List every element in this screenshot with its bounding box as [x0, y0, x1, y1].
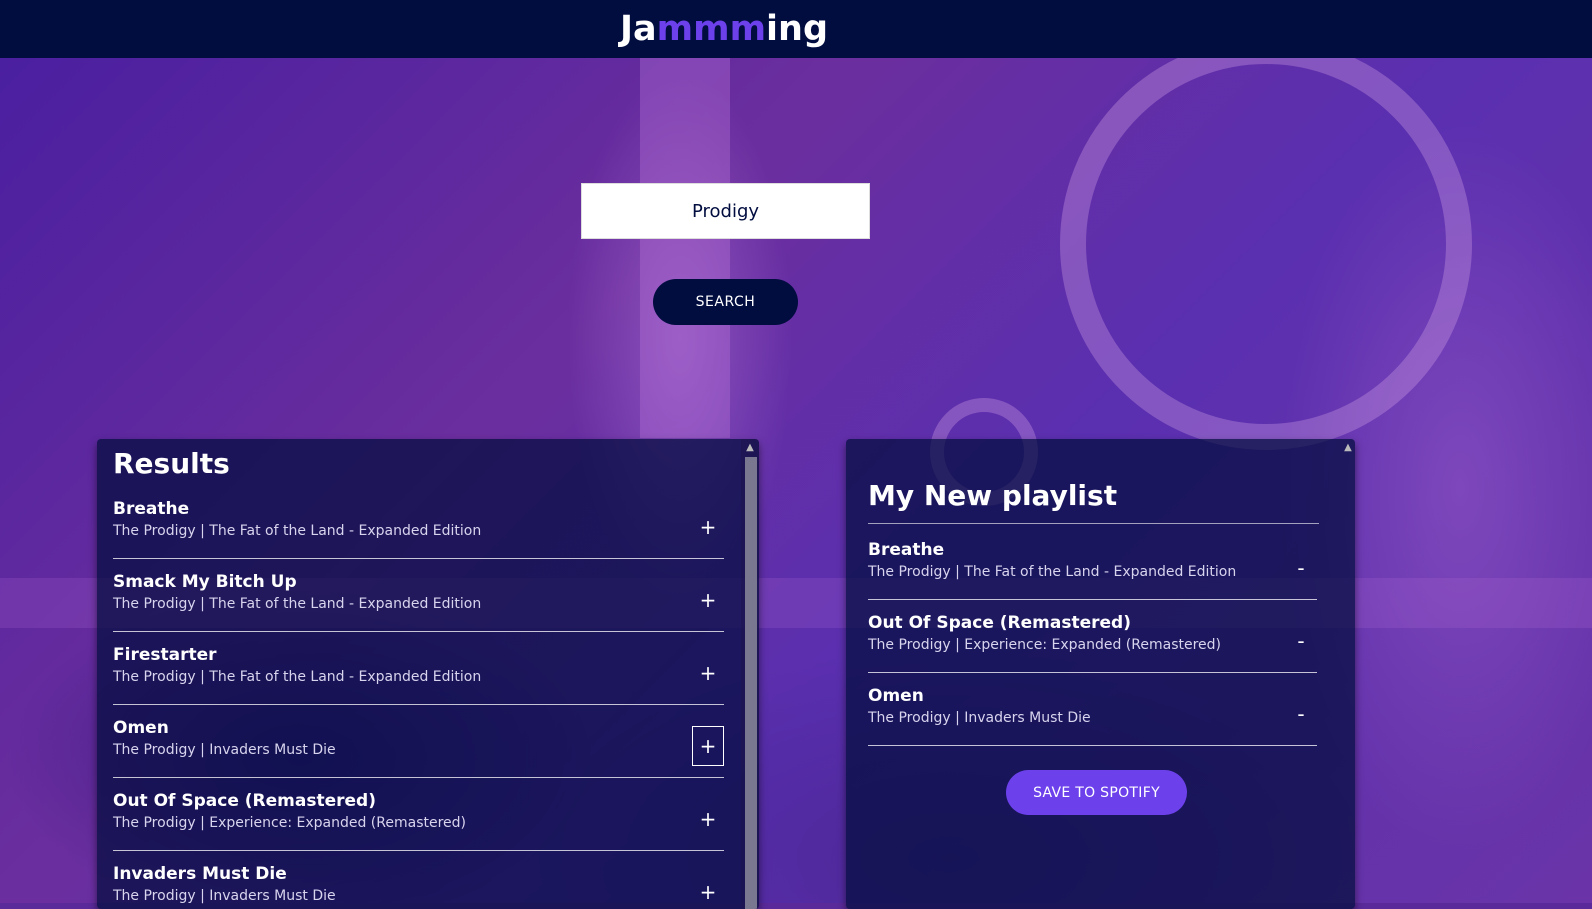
- scroll-up-arrow-icon[interactable]: ▲: [1341, 439, 1355, 456]
- playlist-name-input[interactable]: My New playlist: [868, 479, 1319, 524]
- scroll-up-arrow-icon[interactable]: ▲: [741, 439, 759, 456]
- add-track-button[interactable]: +: [692, 653, 724, 693]
- track-name: Omen: [113, 718, 169, 738]
- add-track-button[interactable]: +: [692, 726, 724, 766]
- playlist-track-row: Out Of Space (Remastered) The Prodigy | …: [868, 601, 1317, 673]
- search-input[interactable]: [581, 183, 870, 239]
- track-info: The Prodigy | Experience: Expanded (Rema…: [868, 637, 1222, 653]
- logo-suffix: ing: [766, 9, 829, 49]
- app-header: Jammming: [0, 0, 1592, 58]
- track-info: The Prodigy | Invaders Must Die: [113, 888, 336, 904]
- track-name: Breathe: [113, 499, 190, 519]
- add-track-button[interactable]: +: [692, 799, 724, 839]
- track-info: The Prodigy | Invaders Must Die: [868, 710, 1091, 726]
- app-logo: Jammming: [620, 9, 828, 49]
- track-info: The Prodigy | The Fat of the Land - Expa…: [113, 523, 482, 539]
- background-stripe: [640, 58, 730, 438]
- headphone-shape: [1060, 58, 1472, 450]
- save-to-spotify-button[interactable]: SAVE TO SPOTIFY: [1006, 770, 1187, 815]
- track-info: The Prodigy | The Fat of the Land - Expa…: [113, 669, 482, 685]
- track-info: The Prodigy | Experience: Expanded (Rema…: [113, 815, 467, 831]
- result-track-row: Smack My Bitch Up The Prodigy | The Fat …: [113, 560, 724, 632]
- result-track-row: Out Of Space (Remastered) The Prodigy | …: [113, 779, 724, 851]
- playlist-scrollbar[interactable]: ▲: [1341, 439, 1355, 909]
- playlist-track-row: Breathe The Prodigy | The Fat of the Lan…: [868, 528, 1317, 600]
- track-name: Out Of Space (Remastered): [868, 613, 1131, 633]
- track-name: Breathe: [868, 540, 945, 560]
- remove-track-button[interactable]: -: [1285, 621, 1317, 661]
- playlist-track-row: Omen The Prodigy | Invaders Must Die -: [868, 674, 1317, 746]
- result-track-row: Omen The Prodigy | Invaders Must Die +: [113, 706, 724, 778]
- track-name: Smack My Bitch Up: [113, 572, 297, 592]
- result-track-row: Breathe The Prodigy | The Fat of the Lan…: [113, 487, 724, 559]
- add-track-button[interactable]: +: [692, 580, 724, 620]
- track-name: Omen: [868, 686, 924, 706]
- result-track-row: Invaders Must Die The Prodigy | Invaders…: [113, 852, 724, 909]
- search-button[interactable]: SEARCH: [653, 279, 798, 325]
- track-name: Firestarter: [113, 645, 217, 665]
- results-panel: Results Breathe The Prodigy | The Fat of…: [97, 439, 759, 909]
- track-info: The Prodigy | The Fat of the Land - Expa…: [113, 596, 482, 612]
- remove-track-button[interactable]: -: [1285, 548, 1317, 588]
- logo-prefix: Ja: [619, 9, 657, 49]
- add-track-button[interactable]: +: [692, 872, 724, 909]
- results-scrollbar[interactable]: ▲: [741, 439, 759, 909]
- add-track-button[interactable]: +: [692, 507, 724, 547]
- track-info: The Prodigy | The Fat of the Land - Expa…: [868, 564, 1237, 580]
- playlist-panel: My New playlist Breathe The Prodigy | Th…: [846, 439, 1355, 909]
- remove-track-button[interactable]: -: [1285, 694, 1317, 734]
- track-name: Invaders Must Die: [113, 864, 287, 884]
- results-title: Results: [113, 447, 230, 480]
- result-track-row: Firestarter The Prodigy | The Fat of the…: [113, 633, 724, 705]
- track-info: The Prodigy | Invaders Must Die: [113, 742, 336, 758]
- scrollbar-thumb[interactable]: [745, 457, 757, 909]
- logo-accent: mmm: [656, 9, 767, 49]
- track-name: Out Of Space (Remastered): [113, 791, 376, 811]
